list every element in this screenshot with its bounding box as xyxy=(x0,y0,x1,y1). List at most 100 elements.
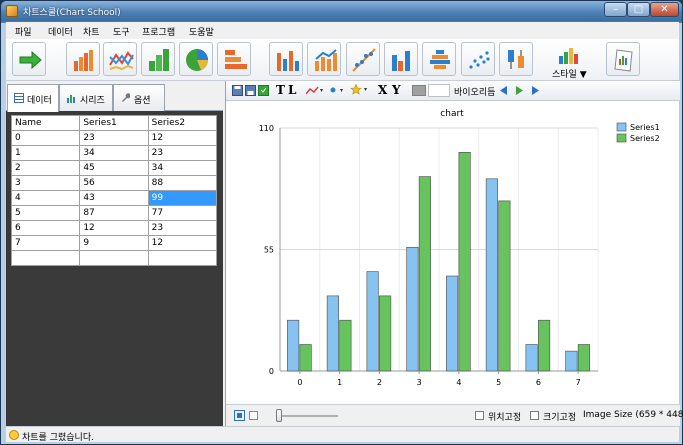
zoom-slider-thumb[interactable] xyxy=(276,409,282,422)
style-bars-icon[interactable] xyxy=(558,44,580,66)
table-row[interactable]: 4 43 99 xyxy=(10,190,218,206)
bar-series2-5[interactable] xyxy=(498,200,511,372)
table-cell[interactable]: 77 xyxy=(147,205,218,221)
tab-options[interactable]: 옵션 xyxy=(113,84,165,111)
selected-table-cell[interactable]: 99 xyxy=(147,190,218,206)
line-style-icon[interactable] xyxy=(306,85,324,96)
bar-chart-button[interactable] xyxy=(66,42,100,76)
table-cell[interactable]: 12 xyxy=(79,220,149,236)
x-axis-button[interactable]: X xyxy=(378,83,387,97)
table-cell[interactable]: 56 xyxy=(79,175,149,191)
minimize-button[interactable]: – xyxy=(604,2,627,17)
y-axis-button[interactable]: Y xyxy=(392,83,401,97)
pin-position-checkbox[interactable] xyxy=(475,411,484,420)
value-field[interactable] xyxy=(428,84,450,97)
pin-size-checkbox[interactable] xyxy=(530,411,539,420)
bar-series1-5[interactable] xyxy=(485,178,498,372)
tab-data[interactable]: 데이터 xyxy=(7,84,59,112)
bar-series1-6[interactable] xyxy=(525,344,538,372)
table-cell[interactable]: 12 xyxy=(147,235,218,251)
bar-series2-2[interactable] xyxy=(379,295,392,372)
bar-series1-2[interactable] xyxy=(366,271,379,372)
style-dropdown[interactable]: 스타일 ▼ xyxy=(552,67,587,80)
color-swatch[interactable] xyxy=(412,85,426,96)
table-cell[interactable]: 5 xyxy=(10,205,81,221)
pie-chart-button[interactable] xyxy=(179,42,213,76)
table-cell[interactable]: 12 xyxy=(147,130,218,146)
table-cell[interactable]: 34 xyxy=(147,160,218,176)
table-row[interactable]: 0 23 12 xyxy=(10,130,218,146)
title-text-button[interactable]: T xyxy=(276,83,285,97)
report-button[interactable] xyxy=(606,42,640,76)
bar-series2-1[interactable] xyxy=(339,319,352,372)
play-arrow-icon[interactable] xyxy=(516,86,524,95)
column-header-series1[interactable]: Series1 xyxy=(79,115,149,131)
bubble-scatter-button[interactable] xyxy=(461,42,495,76)
table-row[interactable]: 1 34 23 xyxy=(10,145,218,161)
table-cell[interactable]: 88 xyxy=(147,175,218,191)
maximize-button[interactable]: □ xyxy=(627,2,650,17)
table-cell[interactable]: 23 xyxy=(147,145,218,161)
next-arrow-icon[interactable] xyxy=(532,86,540,95)
bar-series2-0[interactable] xyxy=(299,344,312,372)
bar-chart[interactable]: chart 0 55 110 0 1 2 3 4 5 6 7 Series1 Series2 xyxy=(226,102,680,404)
table-cell[interactable]: 43 xyxy=(79,190,149,206)
save-as-icon[interactable] xyxy=(245,85,256,96)
fit-icon[interactable] xyxy=(234,410,245,421)
box-plot-button[interactable] xyxy=(499,42,533,76)
table-row[interactable]: 3 56 88 xyxy=(10,175,218,191)
table-cell[interactable]: 87 xyxy=(79,205,149,221)
bar-line-combo-button[interactable] xyxy=(307,42,341,76)
histogram-button[interactable] xyxy=(422,42,456,76)
table-row[interactable]: 6 12 23 xyxy=(10,220,218,236)
table-row[interactable]: 5 87 77 xyxy=(10,205,218,221)
bar-series2-7[interactable] xyxy=(577,344,590,372)
table-cell[interactable] xyxy=(147,250,218,266)
table-cell[interactable]: 45 xyxy=(79,160,149,176)
table-cell[interactable]: 6 xyxy=(10,220,81,236)
tab-series[interactable]: 시리즈 xyxy=(59,84,113,111)
table-cell[interactable]: 9 xyxy=(79,235,149,251)
legend-text-button[interactable]: L xyxy=(288,83,296,97)
table-cell[interactable]: 4 xyxy=(10,190,81,206)
bar-series1-4[interactable] xyxy=(446,275,459,372)
prev-arrow-icon[interactable] xyxy=(500,86,508,95)
table-row[interactable]: 7 9 12 xyxy=(10,235,218,251)
table-cell[interactable] xyxy=(10,250,81,266)
bar-series1-7[interactable] xyxy=(565,350,578,372)
table-cell[interactable]: 34 xyxy=(79,145,149,161)
export-icon[interactable] xyxy=(258,85,269,96)
zoom-slider-track[interactable] xyxy=(276,415,338,417)
star-style-icon[interactable] xyxy=(350,84,370,96)
close-button[interactable]: ✕ xyxy=(650,2,679,17)
table-cell[interactable]: 1 xyxy=(10,145,81,161)
bar-series1-1[interactable] xyxy=(326,295,339,372)
save-icon[interactable] xyxy=(232,85,243,96)
table-row[interactable]: 2 45 34 xyxy=(10,160,218,176)
column-header-name[interactable]: Name xyxy=(10,115,81,131)
line-chart-button[interactable] xyxy=(103,42,137,76)
table-cell[interactable]: 7 xyxy=(10,235,81,251)
bar-series2-6[interactable] xyxy=(538,319,551,372)
run-arrow-button[interactable] xyxy=(12,42,46,76)
marker-style-icon[interactable] xyxy=(329,85,347,96)
horizontal-bar-button[interactable] xyxy=(217,42,251,76)
grid-bar-button[interactable] xyxy=(269,42,303,76)
table-cell[interactable]: 2 xyxy=(10,160,81,176)
bar-series1-3[interactable] xyxy=(406,246,419,372)
actual-size-icon[interactable] xyxy=(249,411,258,420)
menu-chart[interactable]: 차트 xyxy=(83,25,100,38)
scatter-button[interactable] xyxy=(346,42,380,76)
stacked-bar-button[interactable] xyxy=(141,42,175,76)
column-header-series2[interactable]: Series2 xyxy=(147,115,218,131)
menu-file[interactable]: 파일 xyxy=(15,25,32,38)
menu-program[interactable]: 프로그램 xyxy=(142,25,175,38)
table-cell[interactable] xyxy=(79,250,149,266)
table-cell[interactable]: 3 xyxy=(10,175,81,191)
grouped-bar-button[interactable] xyxy=(384,42,418,76)
menu-help[interactable]: 도움말 xyxy=(189,25,214,38)
table-row-empty[interactable] xyxy=(10,250,218,266)
bar-series2-4[interactable] xyxy=(458,151,471,372)
table-cell[interactable]: 23 xyxy=(147,220,218,236)
menu-tools[interactable]: 도구 xyxy=(113,25,130,38)
